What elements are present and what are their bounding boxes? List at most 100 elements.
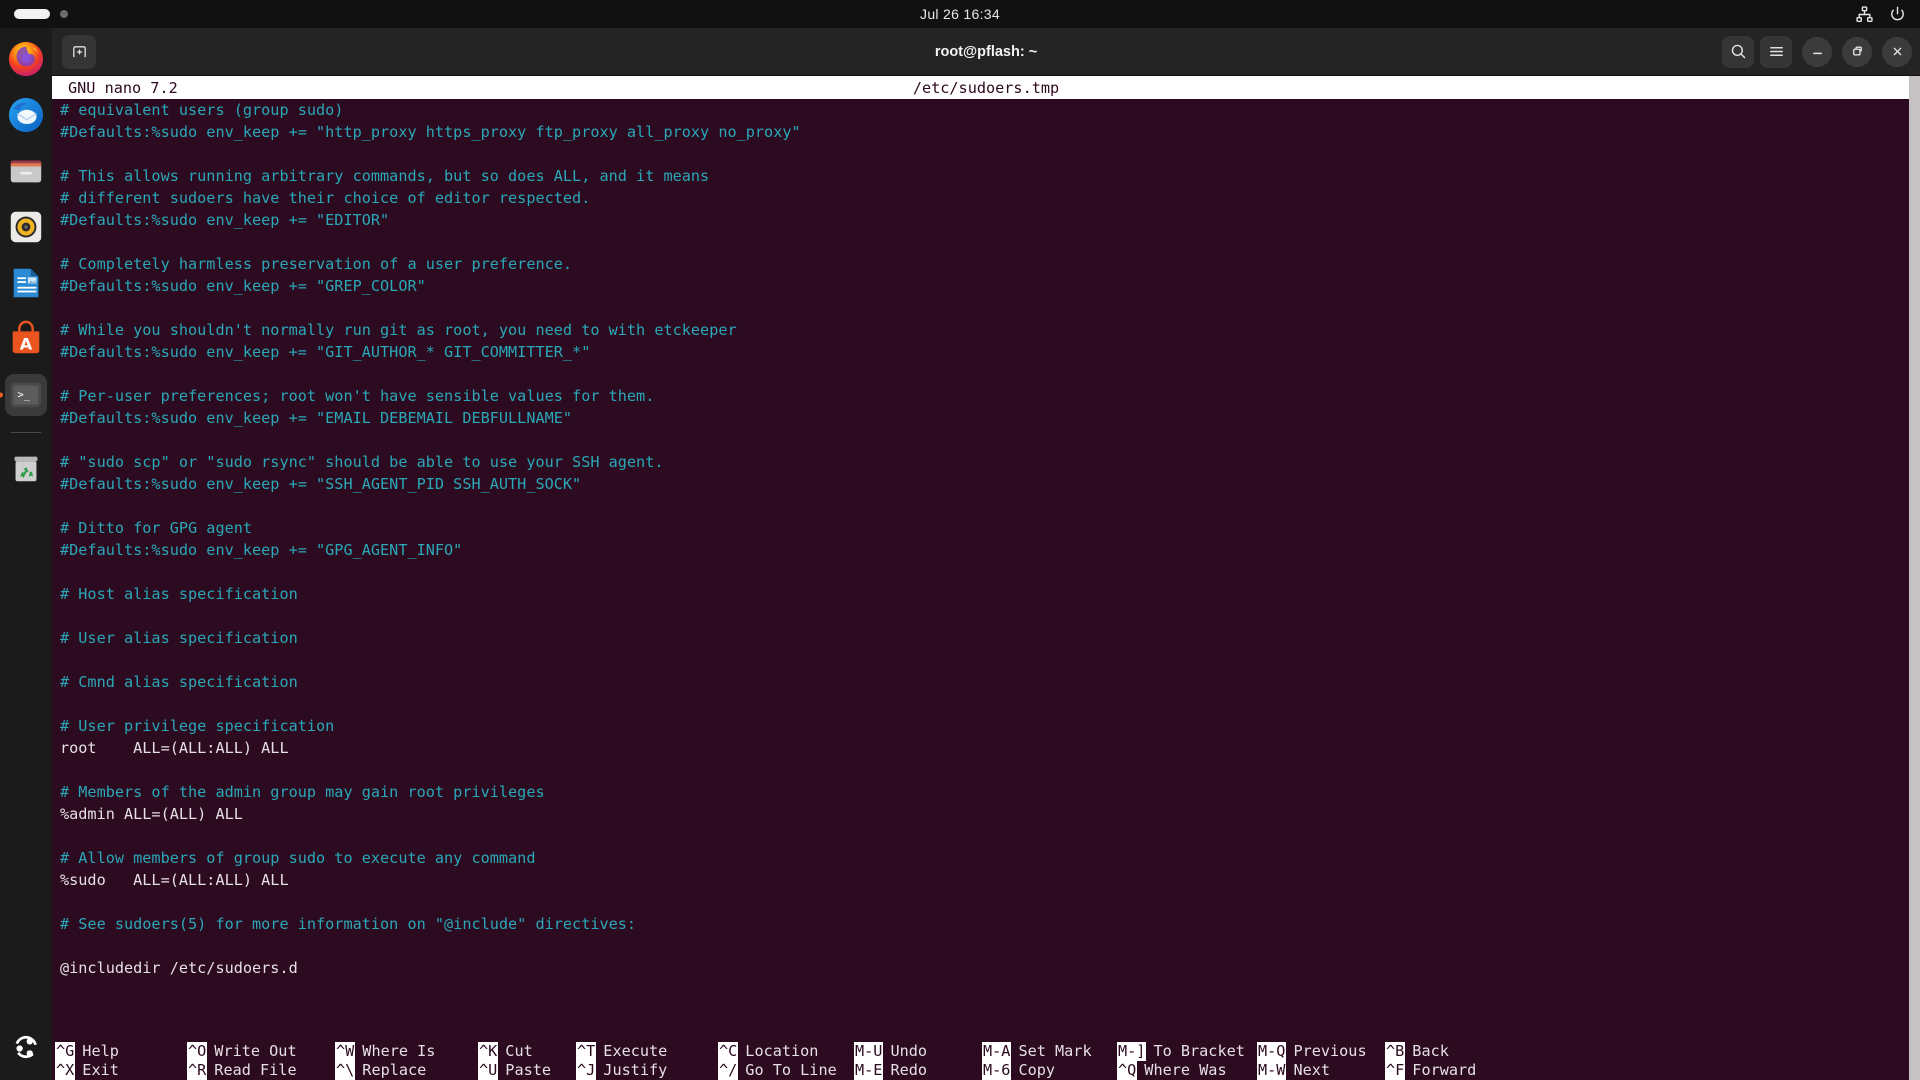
shortcut-key: ^W xyxy=(335,1042,356,1061)
shortcut-item[interactable]: ^K Cut xyxy=(478,1042,576,1061)
shortcut-key: M-E xyxy=(854,1061,884,1080)
shortcut-key: ^O xyxy=(187,1042,208,1061)
system-status-area[interactable] xyxy=(1856,5,1906,23)
shortcut-label: Forward xyxy=(1412,1061,1477,1079)
maximize-button[interactable] xyxy=(1842,36,1872,67)
nano-line: #Defaults:%sudo env_keep += "GIT_AUTHOR_… xyxy=(60,343,591,361)
nano-line xyxy=(57,561,1920,583)
nano-line xyxy=(57,649,1920,671)
shortcut-item[interactable]: M-A Set Mark xyxy=(982,1042,1117,1061)
dock-item-files[interactable] xyxy=(5,150,47,192)
menu-button[interactable] xyxy=(1760,35,1792,68)
nano-line: root ALL=(ALL:ALL) ALL xyxy=(60,739,289,757)
firefox-icon xyxy=(8,41,44,77)
shortcut-column: ^T Execute ^J Justify xyxy=(576,1042,718,1080)
dock-item-trash[interactable] xyxy=(5,447,47,489)
shortcut-item[interactable]: M-W Next xyxy=(1257,1061,1385,1080)
nano-line: # Allow members of group sudo to execute… xyxy=(60,849,536,867)
restore-icon xyxy=(1852,46,1862,56)
thunderbird-icon xyxy=(8,97,44,133)
shortcut-item[interactable]: M-U Undo xyxy=(854,1042,982,1061)
nano-line: # This allows running arbitrary commands… xyxy=(60,167,710,185)
shortcut-item[interactable]: ^W Where Is xyxy=(335,1042,478,1061)
shortcut-key: ^Q xyxy=(1117,1061,1138,1080)
vertical-scrollbar[interactable] xyxy=(1909,76,1920,1080)
shortcut-item[interactable]: ^O Write Out xyxy=(187,1042,335,1061)
shortcut-label: Exit xyxy=(82,1061,119,1079)
shortcut-item[interactable]: ^R Read File xyxy=(187,1061,335,1080)
dock-item-rhythmbox[interactable] xyxy=(5,206,47,248)
shortcut-item[interactable]: ^J Justify xyxy=(576,1061,718,1080)
clock[interactable]: Jul 26 16:34 xyxy=(0,6,1920,22)
shortcut-key: ^G xyxy=(55,1042,76,1061)
shortcut-key: ^\ xyxy=(335,1061,356,1080)
nano-line xyxy=(57,495,1920,517)
minimize-button[interactable] xyxy=(1802,36,1832,67)
gnome-top-bar: Jul 26 16:34 xyxy=(0,0,1920,28)
nano-line xyxy=(57,825,1920,847)
nano-line: # Host alias specification xyxy=(60,585,298,603)
nano-line: %admin ALL=(ALL) ALL xyxy=(60,805,243,823)
search-icon xyxy=(1731,44,1745,59)
nano-line: # While you shouldn't normally run git a… xyxy=(60,321,737,339)
shortcut-column: M-] To Bracket ^Q Where Was xyxy=(1117,1042,1257,1080)
shortcut-key: ^/ xyxy=(718,1061,739,1080)
nano-line: #Defaults:%sudo env_keep += "SSH_AGENT_P… xyxy=(60,475,582,493)
dock-item-terminal[interactable]: >_ xyxy=(5,374,47,416)
shortcut-item[interactable]: ^G Help xyxy=(55,1042,187,1061)
shortcut-item[interactable]: ^C Location xyxy=(718,1042,854,1061)
show-applications-button[interactable] xyxy=(5,1026,47,1068)
shortcut-label: Where Is xyxy=(362,1042,436,1060)
shortcut-key: ^T xyxy=(576,1042,597,1061)
shortcut-item[interactable]: ^Q Where Was xyxy=(1117,1061,1257,1080)
shortcut-key: ^F xyxy=(1385,1061,1406,1080)
nano-line: # Completely harmless preservation of a … xyxy=(60,255,573,273)
terminal-window: root@pflash: ~ GNU nano 7.2 /etc/sudoers… xyxy=(52,28,1920,1080)
window-controls xyxy=(1722,35,1912,68)
shortcut-column: ^C Location ^/ Go To Line xyxy=(718,1042,854,1080)
window-titlebar[interactable]: root@pflash: ~ xyxy=(52,28,1920,76)
shortcut-key: ^U xyxy=(478,1061,499,1080)
dock-item-writer[interactable] xyxy=(5,262,47,304)
search-button[interactable] xyxy=(1722,35,1754,68)
shortcut-item[interactable]: ^X Exit xyxy=(55,1061,187,1080)
shortcut-key: ^C xyxy=(718,1042,739,1061)
power-icon[interactable] xyxy=(1889,6,1906,23)
network-icon[interactable] xyxy=(1856,5,1873,23)
shortcut-key: ^R xyxy=(187,1061,208,1080)
dock-item-app-center[interactable]: A xyxy=(5,318,47,360)
shortcut-item[interactable]: ^U Paste xyxy=(478,1061,576,1080)
shortcut-item[interactable]: ^F Forward xyxy=(1385,1061,1476,1080)
shortcut-label: Next xyxy=(1293,1061,1331,1079)
shortcut-label: Execute xyxy=(603,1042,668,1060)
shortcut-column: ^W Where Is ^\ Replace xyxy=(335,1042,478,1080)
shortcut-item[interactable]: ^B Back xyxy=(1385,1042,1476,1061)
shortcut-label: Help xyxy=(82,1042,119,1060)
shortcut-label: Cut xyxy=(505,1042,533,1060)
shortcut-label: Undo xyxy=(890,1042,928,1060)
nano-editor[interactable]: GNU nano 7.2 /etc/sudoers.tmp # equivale… xyxy=(52,76,1920,1080)
shortcut-label: Write Out xyxy=(214,1042,297,1060)
terminal-icon: >_ xyxy=(10,382,42,408)
close-button[interactable] xyxy=(1882,36,1912,67)
shortcut-item[interactable]: ^/ Go To Line xyxy=(718,1061,854,1080)
nano-line: #Defaults:%sudo env_keep += "GPG_AGENT_I… xyxy=(60,541,463,559)
nano-line: # User alias specification xyxy=(60,629,298,647)
nano-filename: /etc/sudoers.tmp xyxy=(912,78,1060,97)
dock-item-firefox[interactable] xyxy=(5,38,47,80)
shortcut-item[interactable]: M-6 Copy xyxy=(982,1061,1117,1080)
nano-line: # equivalent users (group sudo) xyxy=(60,101,344,119)
shortcut-item[interactable]: ^T Execute xyxy=(576,1042,718,1061)
shortcut-column: ^O Write Out ^R Read File xyxy=(187,1042,335,1080)
nano-line xyxy=(57,759,1920,781)
ubuntu-dock: A >_ xyxy=(0,28,52,1080)
dock-item-thunderbird[interactable] xyxy=(5,94,47,136)
shortcut-column: ^K Cut ^U Paste xyxy=(478,1042,576,1080)
shortcut-column: ^G Help ^X Exit xyxy=(55,1042,187,1080)
shortcut-item[interactable]: M-E Redo xyxy=(854,1061,982,1080)
shortcut-item[interactable]: ^\ Replace xyxy=(335,1061,478,1080)
shortcut-item[interactable]: M-] To Bracket xyxy=(1117,1042,1257,1061)
nano-text-area[interactable]: # equivalent users (group sudo) #Defaults… xyxy=(52,99,1920,979)
shortcut-item[interactable]: M-Q Previous xyxy=(1257,1042,1385,1061)
shortcut-key: ^X xyxy=(55,1061,76,1080)
